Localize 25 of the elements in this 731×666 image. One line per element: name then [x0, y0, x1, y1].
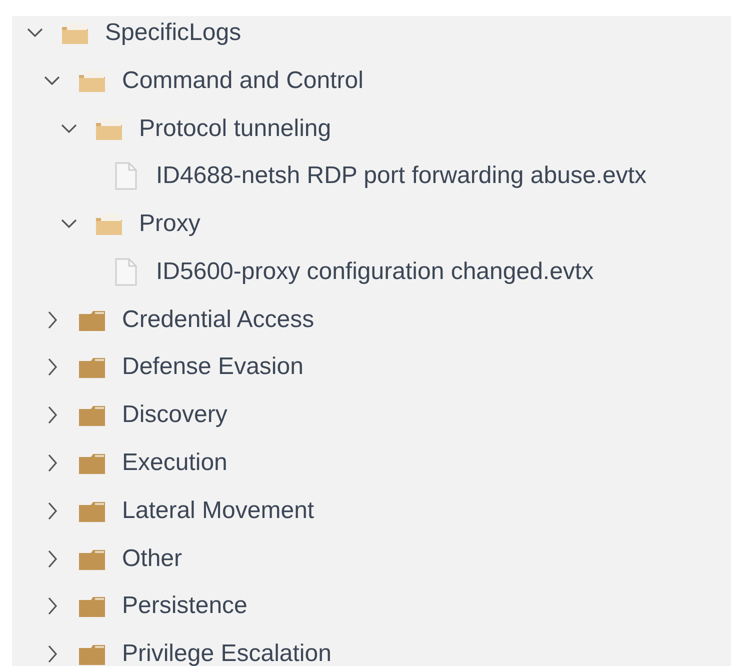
open-folder-icon — [94, 212, 124, 236]
open-folder-icon — [77, 68, 107, 93]
folder-name[interactable]: Other — [122, 544, 182, 573]
file-name[interactable]: ID5600-proxy configuration changed.evtx — [156, 258, 594, 286]
folder-name[interactable]: Discovery — [122, 401, 228, 430]
folder-name[interactable]: Proxy — [139, 210, 200, 238]
folder-name[interactable]: Protocol tunneling — [139, 114, 332, 142]
document-icon — [115, 162, 137, 190]
folder-name[interactable]: Defense Evasion — [122, 353, 304, 382]
folder-name[interactable]: Credential Access — [122, 306, 314, 334]
folder-name[interactable]: Command and Control — [122, 66, 364, 95]
folder-name[interactable]: Lateral Movement — [122, 496, 314, 525]
folder-name[interactable]: SpecificLogs — [105, 18, 242, 47]
folder-icon — [77, 403, 107, 428]
folder-name[interactable]: Persistence — [122, 592, 248, 620]
folder-icon — [77, 355, 107, 380]
file-name[interactable]: ID4688-netsh RDP port forwarding abuse.evtx — [156, 162, 646, 190]
open-folder-icon — [60, 20, 90, 45]
folder-name[interactable]: Privilege Escalation — [122, 640, 332, 666]
document-icon — [115, 258, 137, 286]
open-folder-icon — [94, 116, 124, 140]
folder-icon — [77, 451, 107, 476]
folder-name[interactable]: Execution — [122, 449, 228, 478]
folder-icon — [77, 642, 107, 666]
folder-icon — [77, 594, 107, 618]
